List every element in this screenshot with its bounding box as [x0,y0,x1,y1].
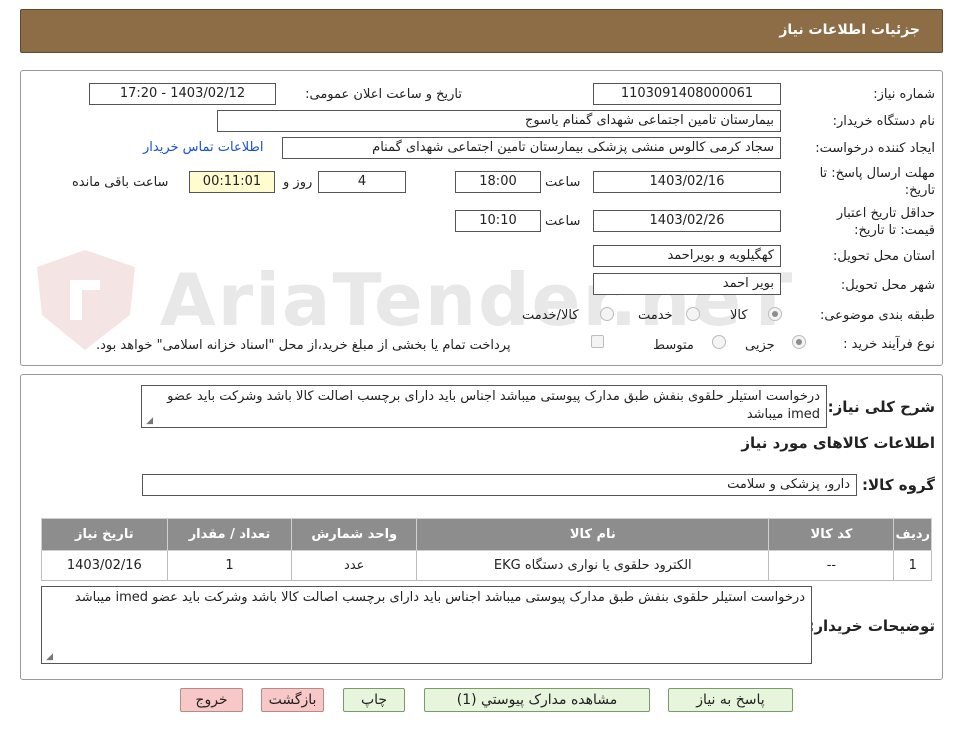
buyer-notes-text: درخواست استیلر حلقوی بنفش طبق مدارک پیوس… [74,590,805,605]
reply-deadline-label-1: مهلت ارسال پاسخ: تا [819,166,935,181]
need-number-label: شماره نیاز: [873,87,935,102]
reply-button[interactable]: پاسخ به نیاز [668,688,793,712]
cell-row: 1 [893,550,932,581]
category-radio-service[interactable] [686,307,700,321]
cell-code: -- [768,550,895,581]
creator-label: ایجاد کننده درخواست: [815,141,935,156]
category-radio-goods[interactable] [768,307,782,321]
remaining-time-field: 00:11:01 [189,171,275,193]
validity-time-field: 10:10 [455,210,541,232]
category-option-goods-service: کالا/خدمت [522,308,579,323]
col-row: ردیف [893,518,932,551]
process-option-medium: متوسط [653,338,694,353]
process-option-minor: جزیی [745,338,775,353]
general-desc-text: درخواست استیلر حلقوی بنفش طبق مدارک پیوس… [167,389,820,422]
col-qty: تعداد / مقدار [166,518,293,551]
day-and-label: روز و [283,175,313,190]
category-option-service: خدمت [638,308,673,323]
validity-label-2: قیمت: تا تاریخ: [854,223,935,238]
category-label: طبقه بندی موضوعی: [819,308,935,323]
buyer-contact-link[interactable]: اطلاعات تماس خریدار [143,140,263,155]
goods-table: ردیف کد کالا نام کالا واحد شمارش تعداد /… [41,518,932,581]
resize-grip-icon[interactable]: ◢ [145,417,153,426]
province-field: کهگیلویه و بویراحمد [593,245,781,267]
exit-button[interactable]: خروج [180,688,243,712]
process-radio-medium[interactable] [712,335,726,349]
treasury-checkbox[interactable] [591,335,604,348]
validity-time-label: ساعت [545,214,581,229]
table-row: 1 -- الکترود حلقوی یا نواری دستگاه EKG ع… [41,550,932,581]
category-radio-goods-service[interactable] [600,307,614,321]
col-date: تاریخ نیاز [41,518,168,551]
col-unit: واحد شمارش [291,518,418,551]
resize-grip-icon[interactable]: ◢ [45,653,53,662]
validity-label-1: حداقل تاریخ اعتبار [836,206,935,221]
attachments-button[interactable]: مشاهده مدارک پیوستي (1) [424,688,650,712]
goods-table-header: ردیف کد کالا نام کالا واحد شمارش تعداد /… [41,518,932,551]
reply-date-field: 1403/02/16 [593,171,781,193]
page-title: جزئیات اطلاعات نیاز [779,22,920,38]
announce-datetime-field: 1403/02/12 - 17:20 [89,83,276,105]
city-field: بویر احمد [593,273,781,295]
cell-name: الکترود حلقوی یا نواری دستگاه EKG [416,550,770,581]
validity-date-field: 1403/02/26 [593,210,781,232]
cell-date: 1403/02/16 [41,550,168,581]
goods-info-title: اطلاعات کالاهای مورد نیاز [741,434,935,452]
buyer-notes-textarea[interactable]: درخواست استیلر حلقوی بنفش طبق مدارک پیوس… [41,586,812,664]
province-label: استان محل تحویل: [833,249,935,264]
buyer-org-label: نام دستگاه خریدار: [832,114,935,129]
treasury-note: پرداخت تمام یا بخشی از مبلغ خرید،از محل … [96,338,511,353]
page-header: جزئیات اطلاعات نیاز [20,9,943,53]
process-radio-minor[interactable] [792,335,806,349]
general-desc-textarea[interactable]: درخواست استیلر حلقوی بنفش طبق مدارک پیوس… [141,385,827,428]
goods-group-field: دارو، پزشکی و سلامت [142,474,857,496]
need-number-field: 1103091408000061 [593,83,781,105]
col-code: کد کالا [768,518,895,551]
buyer-notes-label: توضیحات خریدار: [808,617,935,635]
process-type-label: نوع فرآیند خرید : [843,337,935,352]
reply-time-label: ساعت [545,175,581,190]
hours-left-label: ساعت باقی مانده [72,175,169,190]
cell-unit: عدد [291,550,418,581]
watermark-text: AriaTender.neT [160,258,795,342]
buyer-org-field: بیمارستان تامین اجتماعی شهدای گمنام یاسو… [217,110,781,132]
city-label: شهر محل تحویل: [840,278,935,293]
goods-group-label: گروه کالا: [862,476,935,494]
cell-qty: 1 [166,550,293,581]
creator-field: سجاد کرمی کالوس منشی پزشکی بیمارستان تام… [282,137,781,159]
back-button[interactable]: بازگشت [261,688,324,712]
reply-time-field: 18:00 [455,171,541,193]
print-button[interactable]: چاپ [343,688,405,712]
category-option-goods: کالا [730,308,748,323]
col-name: نام کالا [416,518,770,551]
general-desc-label: شرح کلی نیاز: [827,398,935,416]
days-field: 4 [318,171,406,193]
announce-datetime-label: تاریخ و ساعت اعلان عمومی: [305,87,462,102]
reply-deadline-label-2: تاریخ: [904,183,935,198]
